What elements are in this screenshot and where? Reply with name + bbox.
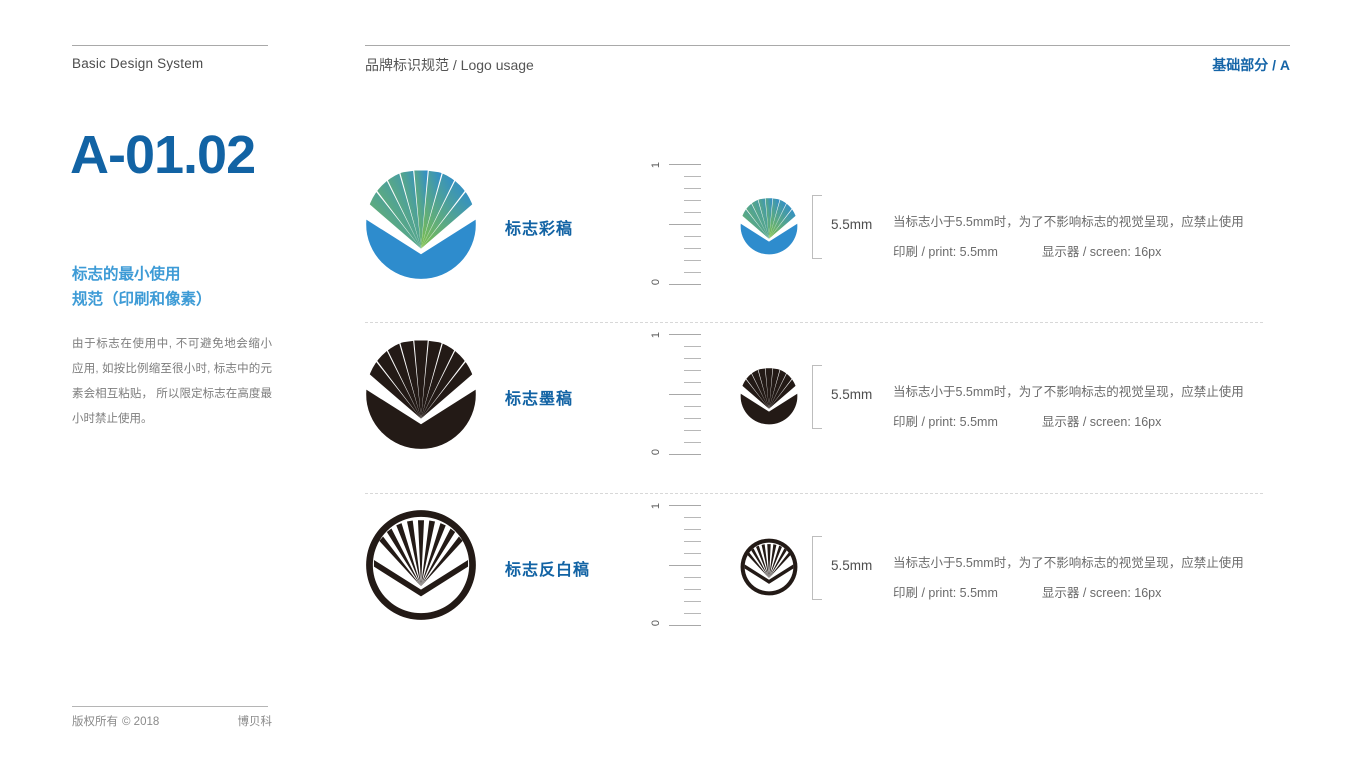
- logo-large-ink: [365, 338, 477, 450]
- ruler-tick: [684, 529, 701, 530]
- page-code-title: A-01.02: [70, 125, 256, 185]
- ruler-tick: [684, 236, 701, 237]
- ruler-tick: [669, 625, 701, 626]
- note-ink: 当标志小于5.5mm时，为了不影响标志的视觉呈现，应禁止使用: [893, 385, 1244, 399]
- ruler-color: 1 0: [650, 162, 715, 288]
- note-specs-outline: 印刷 / print: 5.5mm 显示器 / screen: 16px: [893, 582, 1161, 601]
- ruler-tick: [684, 346, 701, 347]
- ruler-label-top: 1: [650, 161, 663, 169]
- footer-brand: 博贝科: [237, 716, 273, 728]
- ruler-tick: [669, 505, 701, 506]
- note-color: 当标志小于5.5mm时，为了不影响标志的视觉呈现，应禁止使用: [893, 215, 1244, 229]
- size-bracket-outline: [812, 536, 822, 600]
- ruler-tick: [684, 188, 701, 189]
- ruler-tick: [669, 565, 701, 566]
- ruler-tick: [669, 284, 701, 285]
- header-rule-left: [72, 45, 268, 46]
- logo-spec-row-outline: 标志反白稿 1 0 5.5mm 当标志小于5.5mm时，为了不影响标志的视觉呈现…: [365, 496, 1290, 666]
- ruler-tick: [684, 212, 701, 213]
- logo-large-outline: [365, 509, 477, 621]
- row-label-color: 标志彩稿: [505, 221, 574, 238]
- ruler-tick: [669, 334, 701, 335]
- ruler-tick: [684, 260, 701, 261]
- ruler-tick: [684, 370, 701, 371]
- ruler-label-bottom: 0: [650, 448, 663, 456]
- sidebar-subtitle-line1: 标志的最小使用: [72, 266, 181, 283]
- note-outline: 当标志小于5.5mm时，为了不影响标志的视觉呈现，应禁止使用: [893, 556, 1244, 570]
- logo-small-ink: [740, 367, 798, 425]
- ruler-outline: 1 0: [650, 503, 715, 629]
- ruler-ink: 1 0: [650, 332, 715, 458]
- logo-spec-row-color: 标志彩稿 1 0 5.5mm 当标志小于5.5mm时，为了不影响标志的视觉呈现，…: [365, 155, 1290, 325]
- design-spec-page: Basic Design System 品牌标识规范 / Logo usage …: [0, 0, 1366, 768]
- ruler-label-top: 1: [650, 331, 663, 339]
- footer-copyright-label: 版权所有: [72, 716, 118, 728]
- size-label-outline: 5.5mm: [831, 558, 873, 573]
- ruler-tick: [669, 394, 701, 395]
- logo-small-color: [740, 197, 798, 255]
- logo-large-color: [365, 168, 477, 280]
- size-bracket-ink: [812, 365, 822, 429]
- ruler-tick: [684, 553, 701, 554]
- note-specs-color: 印刷 / print: 5.5mm 显示器 / screen: 16px: [893, 241, 1161, 260]
- screen-spec-outline: 显示器 / screen: 16px: [1041, 586, 1162, 600]
- logo-spec-row-ink: 标志墨稿 1 0 5.5mm 当标志小于5.5mm时，为了不影响标志的视觉呈现，…: [365, 325, 1290, 495]
- footer-rule: [72, 706, 268, 707]
- ruler-label-bottom: 0: [650, 619, 663, 627]
- print-spec-ink: 印刷 / print: 5.5mm: [893, 415, 998, 429]
- size-label-color: 5.5mm: [831, 217, 873, 232]
- size-bracket-color: [812, 195, 822, 259]
- header-right-title: 基础部分 / A: [1212, 57, 1290, 73]
- row-label-ink: 标志墨稿: [505, 391, 574, 408]
- ruler-tick: [684, 589, 701, 590]
- ruler-tick: [684, 248, 701, 249]
- header-center-title: 品牌标识规范 / Logo usage: [365, 57, 534, 73]
- header-rule-right: [365, 45, 1290, 46]
- print-spec-outline: 印刷 / print: 5.5mm: [893, 586, 998, 600]
- logo-small-outline: [740, 538, 798, 596]
- ruler-tick: [684, 517, 701, 518]
- ruler-tick: [684, 541, 701, 542]
- size-label-ink: 5.5mm: [831, 387, 873, 402]
- footer: 版权所有 © 2018 博贝科: [72, 713, 272, 729]
- screen-spec-color: 显示器 / screen: 16px: [1041, 245, 1162, 259]
- row-label-outline: 标志反白稿: [505, 562, 591, 579]
- ruler-tick: [669, 454, 701, 455]
- ruler-tick: [684, 577, 701, 578]
- print-spec-color: 印刷 / print: 5.5mm: [893, 245, 998, 259]
- footer-copyright-year: © 2018: [122, 716, 160, 728]
- ruler-tick: [684, 418, 701, 419]
- ruler-tick: [669, 224, 701, 225]
- note-specs-ink: 印刷 / print: 5.5mm 显示器 / screen: 16px: [893, 411, 1161, 430]
- ruler-tick: [669, 164, 701, 165]
- screen-spec-ink: 显示器 / screen: 16px: [1041, 415, 1162, 429]
- ruler-label-top: 1: [650, 502, 663, 510]
- sidebar-body-text: 由于标志在使用中, 不可避免地会缩小应用, 如按比例缩至很小时, 标志中的元素会…: [72, 338, 272, 425]
- header-left-title: Basic Design System: [72, 56, 204, 71]
- ruler-tick: [684, 200, 701, 201]
- sidebar-subtitle: 标志的最小使用 规范（印刷和像素）: [72, 262, 287, 312]
- ruler-tick: [684, 272, 701, 273]
- ruler-tick: [684, 601, 701, 602]
- sidebar-subtitle-line2: 规范（印刷和像素）: [72, 291, 212, 308]
- ruler-tick: [684, 406, 701, 407]
- ruler-label-bottom: 0: [650, 278, 663, 286]
- ruler-tick: [684, 358, 701, 359]
- ruler-tick: [684, 613, 701, 614]
- ruler-tick: [684, 382, 701, 383]
- ruler-tick: [684, 430, 701, 431]
- ruler-tick: [684, 176, 701, 177]
- ruler-tick: [684, 442, 701, 443]
